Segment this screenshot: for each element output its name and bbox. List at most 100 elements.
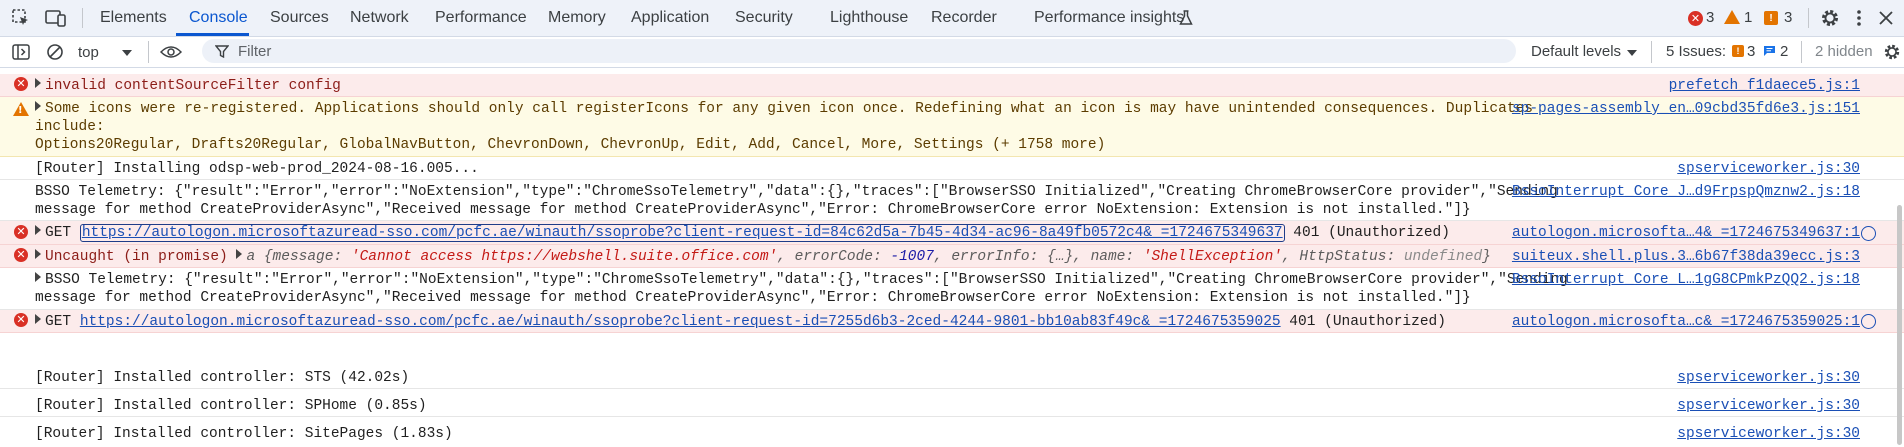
expandable-message[interactable]: BSSO Telemetry: {"result":"Error","error… — [35, 271, 1568, 289]
settings-gear-icon[interactable] — [1819, 7, 1841, 29]
network-request-icon[interactable] — [1861, 314, 1876, 329]
inspect-element-icon[interactable] — [10, 8, 32, 28]
tab-elements[interactable]: Elements — [100, 0, 167, 36]
object-key: errorInfo — [951, 249, 1030, 265]
console-message-log: BSSO Telemetry: {"result":"Error","error… — [0, 268, 1904, 310]
live-expression-eye-icon[interactable] — [158, 42, 184, 62]
expandable-message[interactable]: invalid contentSourceFilter config — [35, 77, 341, 95]
expand-triangle-icon[interactable] — [35, 272, 41, 282]
error-count[interactable]: 3 — [1706, 9, 1714, 26]
tab-recorder[interactable]: Recorder — [931, 0, 997, 36]
source-link[interactable]: prefetch_f1daece5.js:1 — [1669, 77, 1860, 95]
vertical-scrollbar[interactable] — [1897, 205, 1902, 445]
console-message-warning[interactable]: ! Some icons were re-registered. Applica… — [0, 97, 1904, 157]
issues-warning-count[interactable]: 3 — [1747, 43, 1755, 60]
console-message-log: [Router] Installing odsp-web-prod_2024-0… — [0, 157, 1904, 180]
expandable-message[interactable]: GET https://autologon.microsoftazuread-s… — [35, 224, 1450, 242]
tab-performance[interactable]: Performance — [435, 0, 527, 36]
console-message-error[interactable]: ✕ GET https://autologon.microsoftazuread… — [0, 221, 1904, 245]
message-text: message for method CreateProviderAsync",… — [35, 202, 1471, 218]
request-url-link[interactable]: https://autologon.microsoftazuread-sso.c… — [79, 224, 1285, 242]
sidebar-toggle-icon[interactable] — [10, 42, 32, 62]
message-text: [Router] Installing odsp-web-prod_2024-0… — [35, 161, 479, 177]
filter-input[interactable] — [202, 39, 1516, 63]
tab-console[interactable]: Console — [189, 0, 248, 36]
object-key: errorCode — [794, 249, 873, 265]
more-options-icon[interactable] — [1853, 7, 1865, 29]
console-settings-gear-icon[interactable] — [1882, 42, 1902, 62]
issues-info-count[interactable]: 2 — [1780, 43, 1788, 60]
expand-object-triangle-icon[interactable] — [236, 249, 243, 259]
tab-memory[interactable]: Memory — [548, 0, 606, 36]
experimental-flask-icon — [1178, 9, 1194, 27]
expand-triangle-icon[interactable] — [35, 314, 41, 324]
source-link[interactable]: autologon.microsofta…c&_=1724675359025:1 — [1512, 313, 1860, 331]
issues-count[interactable]: 3 — [1784, 9, 1792, 26]
chevron-down-icon[interactable] — [122, 50, 132, 56]
warning-count-icon[interactable] — [1724, 10, 1740, 24]
expandable-message[interactable]: Uncaught (in promise) a {message: 'Canno… — [35, 248, 1491, 266]
context-selector[interactable]: top — [78, 44, 99, 61]
device-toolbar-icon[interactable] — [44, 8, 68, 28]
source-link[interactable]: BssoInterrupt_Core_L…1gG8CPmkPzQQ2.js:18 — [1512, 271, 1860, 289]
chevron-down-icon[interactable] — [1627, 50, 1637, 56]
tab-application[interactable]: Application — [631, 0, 709, 36]
filter-placeholder: Filter — [238, 43, 272, 60]
source-link[interactable]: autologon.microsofta…4&_=1724675349637:1 — [1512, 224, 1860, 242]
source-link[interactable]: suiteux.shell.plus.3…6b67f38da39ecc.js:3 — [1512, 248, 1860, 266]
expand-triangle-icon[interactable] — [35, 249, 41, 259]
expand-triangle-icon[interactable] — [35, 225, 41, 235]
tab-sources[interactable]: Sources — [270, 0, 329, 36]
issue-info-icon — [1763, 45, 1776, 57]
source-link[interactable]: BssoInterrupt_Core_J…d9FrpspQmznw2.js:18 — [1512, 183, 1860, 201]
response-status: 401 (Unauthorized) — [1284, 225, 1450, 241]
tab-performance-insights[interactable]: Performance insights — [1034, 0, 1184, 36]
issues-count-icon[interactable]: ! — [1764, 11, 1778, 25]
object-key: HttpStatus — [1299, 249, 1387, 265]
expandable-message[interactable]: GET https://autologon.microsoftazuread-s… — [35, 313, 1446, 331]
request-method: GET — [45, 225, 80, 241]
expand-triangle-icon[interactable] — [35, 78, 41, 88]
object-value: -1007 — [890, 249, 934, 265]
tab-security[interactable]: Security — [735, 0, 793, 36]
console-message-error[interactable]: ✕ Uncaught (in promise) a {message: 'Can… — [0, 245, 1904, 268]
tab-network[interactable]: Network — [350, 0, 409, 36]
message-text: Options20Regular, Drafts20Regular, Globa… — [35, 137, 1106, 153]
console-message-error[interactable]: ✕ GET https://autologon.microsoftazuread… — [0, 310, 1904, 333]
source-link[interactable]: spserviceworker.js:30 — [1677, 425, 1860, 443]
issues-summary-label[interactable]: 5 Issues: — [1666, 43, 1726, 60]
request-url-link[interactable]: https://autologon.microsoftazuread-sso.c… — [80, 314, 1281, 330]
source-link[interactable]: spserviceworker.js:30 — [1677, 369, 1860, 387]
object-value: {…} — [1047, 249, 1074, 265]
console-message-error[interactable]: ✕ invalid contentSourceFilter config pre… — [0, 74, 1904, 97]
error-icon: ✕ — [14, 248, 28, 262]
message-text: message for method CreateProviderAsync",… — [35, 290, 1471, 306]
network-request-icon[interactable] — [1861, 226, 1876, 241]
tab-lighthouse[interactable]: Lighthouse — [830, 0, 908, 36]
object-key: name — [1090, 249, 1126, 265]
source-link[interactable]: sp-pages-assembly_en…09cbd35fd6e3.js:151 — [1512, 100, 1860, 118]
toolbar-divider — [1651, 41, 1652, 63]
message-text: [Router] Installed controller: STS (42.0… — [35, 370, 410, 386]
message-text: [Router] Installed controller: SPHome (0… — [35, 398, 427, 414]
warning-count[interactable]: 1 — [1744, 9, 1752, 26]
object-value: 'ShellException' — [1142, 249, 1283, 265]
active-tab-indicator — [176, 33, 249, 36]
object-label: a — [246, 249, 256, 265]
error-icon: ✕ — [14, 313, 28, 327]
console-message-log: BSSO Telemetry: {"result":"Error","error… — [0, 180, 1904, 221]
toolbar-divider — [1808, 8, 1809, 28]
close-devtools-icon[interactable] — [1876, 8, 1896, 28]
toolbar-divider — [82, 8, 83, 28]
request-method: GET — [45, 314, 80, 330]
expand-triangle-icon[interactable] — [35, 101, 41, 111]
expandable-message[interactable]: Some icons were re-registered. Applicati… — [35, 100, 1533, 118]
source-link[interactable]: spserviceworker.js:30 — [1677, 160, 1860, 178]
message-text: [Router] Installed controller: SitePages… — [35, 426, 453, 442]
clear-console-icon[interactable] — [44, 42, 66, 62]
console-message-log: [Router] Installed controller: SPHome (0… — [0, 394, 1904, 417]
object-value: 'Cannot access https://webshell.suite.of… — [350, 249, 778, 265]
log-levels-dropdown[interactable]: Default levels — [1531, 43, 1621, 60]
error-count-icon[interactable]: ✕ — [1688, 11, 1703, 26]
source-link[interactable]: spserviceworker.js:30 — [1677, 397, 1860, 415]
